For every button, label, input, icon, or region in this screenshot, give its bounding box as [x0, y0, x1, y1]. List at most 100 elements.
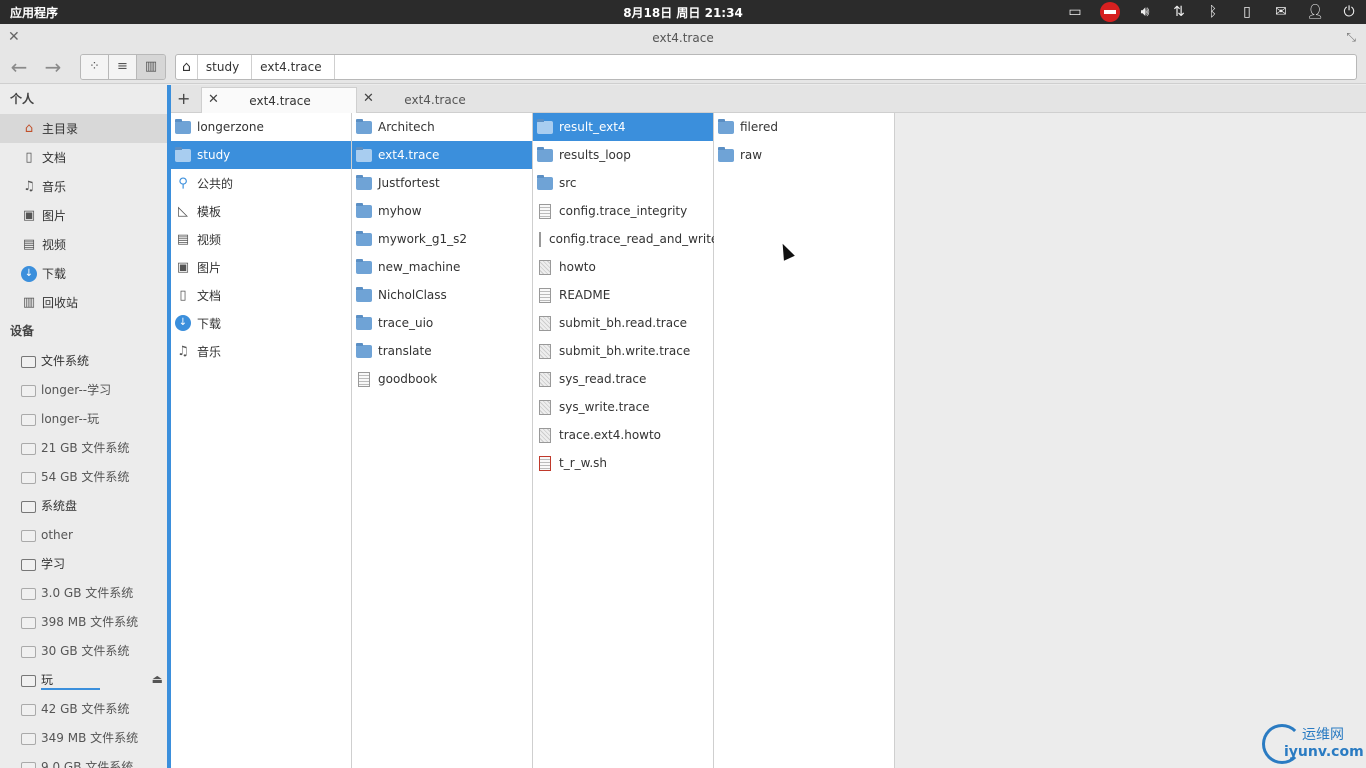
list-item[interactable]: sys_write.trace — [533, 393, 713, 421]
list-item[interactable]: howto — [533, 253, 713, 281]
breadcrumb-ext4-trace[interactable]: ext4.trace — [252, 55, 335, 79]
item-name: config.trace_integrity — [559, 204, 688, 218]
transfer-icon[interactable]: ⇅ — [1170, 3, 1188, 21]
folder-icon — [356, 146, 372, 162]
list-item[interactable]: ▣ 图片 — [171, 253, 351, 281]
sidebar-device[interactable]: 398 MB 文件系统 — [0, 607, 167, 636]
sidebar-device[interactable]: 54 GB 文件系统 — [0, 462, 167, 491]
sidebar-device[interactable]: longer--玩 — [0, 404, 167, 433]
view-mode-group: ⁘ ≡ ▥ — [80, 54, 166, 80]
sidebar-device[interactable]: 349 MB 文件系统 — [0, 723, 167, 752]
list-item[interactable]: myhow — [352, 197, 532, 225]
tab-ext4-trace-2[interactable]: ✕ ext4.trace — [357, 87, 513, 113]
icon-view-icon[interactable]: ⁘ — [81, 55, 109, 79]
sidebar-device[interactable]: 文件系统 — [0, 346, 167, 375]
list-item[interactable]: result_ext4 — [533, 113, 713, 141]
window-titlebar: ✕ ext4.trace ⤡ — [0, 24, 1366, 52]
sidebar-item-music[interactable]: ♫ 音乐 — [0, 172, 167, 201]
list-item[interactable]: ◺ 模板 — [171, 197, 351, 225]
sidebar-device[interactable]: 30 GB 文件系统 — [0, 636, 167, 665]
sidebar-device[interactable]: other — [0, 520, 167, 549]
sidebar-device[interactable]: 9.0 GB 文件系统 — [0, 752, 167, 768]
list-item[interactable]: study — [171, 141, 351, 169]
list-item[interactable]: goodbook — [352, 365, 532, 393]
sidebar-item-pictures[interactable]: ▣ 图片 — [0, 201, 167, 230]
list-item[interactable]: NicholClass — [352, 281, 532, 309]
sidebar-device[interactable]: 玩 ⏏ — [0, 665, 167, 694]
trash-icon: ▥ — [22, 294, 36, 310]
folder-icon — [718, 118, 734, 134]
sidebar-device[interactable]: 学习 — [0, 549, 167, 578]
sidebar-device[interactable]: 42 GB 文件系统 — [0, 694, 167, 723]
list-item[interactable]: longerzone — [171, 113, 351, 141]
sidebar-item-label: 系统盘 — [41, 499, 78, 513]
list-item[interactable]: submit_bh.write.trace — [533, 337, 713, 365]
sidebar-item-label: 音乐 — [42, 180, 67, 194]
list-view-icon[interactable]: ≡ — [109, 55, 137, 79]
tab-label: ext4.trace — [249, 94, 311, 108]
new-tab-icon[interactable]: + — [177, 89, 190, 108]
sidebar-item-documents[interactable]: ▯ 文档 — [0, 143, 167, 172]
item-name: translate — [378, 344, 432, 358]
forward-icon[interactable]: → — [40, 56, 66, 80]
breadcrumb-study[interactable]: study — [198, 55, 253, 79]
list-item[interactable]: ▤ 视频 — [171, 225, 351, 253]
mail-icon[interactable]: ✉ — [1272, 3, 1290, 21]
list-item[interactable]: config.trace_integrity — [533, 197, 713, 225]
list-item[interactable]: src — [533, 169, 713, 197]
list-item[interactable]: ext4.trace — [352, 141, 532, 169]
network-wired-icon[interactable]: ▭ — [1066, 3, 1084, 21]
user-icon[interactable]: 👤︎ — [1306, 3, 1324, 21]
list-item[interactable]: results_loop — [533, 141, 713, 169]
watermark-en: iyunv.com — [1284, 744, 1364, 760]
list-item[interactable]: submit_bh.read.trace — [533, 309, 713, 337]
bluetooth-icon[interactable]: ᛒ — [1204, 3, 1222, 21]
stop-icon[interactable] — [1100, 2, 1120, 22]
window-restore-icon[interactable]: ⤡ — [1346, 30, 1356, 45]
share-icon: ⚲ — [178, 175, 188, 191]
back-icon[interactable]: ← — [6, 56, 32, 80]
sidebar-item-home[interactable]: ⌂ 主目录 — [0, 114, 167, 143]
sidebar-device[interactable]: longer--学习 — [0, 375, 167, 404]
list-item[interactable]: raw — [714, 141, 894, 169]
sidebar-device[interactable]: 21 GB 文件系统 — [0, 433, 167, 462]
list-item[interactable]: ↓ 下载 — [171, 309, 351, 337]
item-name: goodbook — [378, 372, 438, 386]
list-item[interactable]: mywork_g1_s2 — [352, 225, 532, 253]
drive-icon — [21, 558, 36, 571]
battery-icon[interactable]: ▯ — [1238, 3, 1256, 21]
system-tray: ▭ 🔊︎ ⇅ ᛒ ▯ ✉ 👤︎ ⏻ — [1050, 2, 1358, 22]
list-item[interactable]: README — [533, 281, 713, 309]
tab-ext4-trace-1[interactable]: ✕ ext4.trace — [201, 87, 357, 113]
sidebar-device[interactable]: 3.0 GB 文件系统 — [0, 578, 167, 607]
list-item[interactable]: trace.ext4.howto — [533, 421, 713, 449]
music-icon: ♫ — [23, 178, 35, 194]
sidebar-item-trash[interactable]: ▥ 回收站 — [0, 288, 167, 317]
list-item[interactable]: new_machine — [352, 253, 532, 281]
eject-icon[interactable]: ⏏ — [152, 672, 163, 686]
list-item[interactable]: Justfortest — [352, 169, 532, 197]
folder-icon — [356, 286, 372, 302]
home-crumb-icon[interactable]: ⌂ — [176, 55, 198, 79]
sidebar-item-label: 349 MB 文件系统 — [41, 731, 139, 745]
list-item[interactable]: translate — [352, 337, 532, 365]
list-item[interactable]: ♫ 音乐 — [171, 337, 351, 365]
sidebar-item-videos[interactable]: ▤ 视频 — [0, 230, 167, 259]
drive-icon — [21, 761, 36, 768]
list-item[interactable]: t_r_w.sh — [533, 449, 713, 477]
column-empty-area[interactable] — [895, 113, 1366, 768]
list-item[interactable]: trace_uio — [352, 309, 532, 337]
list-item[interactable]: ▯ 文档 — [171, 281, 351, 309]
power-icon[interactable]: ⏻ — [1340, 3, 1358, 21]
column-view-icon[interactable]: ▥ — [137, 55, 165, 79]
sidebar-item-downloads[interactable]: ↓ 下载 — [0, 259, 167, 288]
list-item[interactable]: filered — [714, 113, 894, 141]
list-item[interactable]: ⚲ 公共的 — [171, 169, 351, 197]
list-item[interactable]: sys_read.trace — [533, 365, 713, 393]
volume-icon[interactable]: 🔊︎ — [1136, 3, 1154, 21]
list-item[interactable]: config.trace_read_and_write — [533, 225, 718, 253]
sidebar-header-devices: 设备 — [10, 324, 35, 338]
sidebar-device[interactable]: 系统盘 — [0, 491, 167, 520]
sidebar-header-personal: 个人 — [10, 92, 35, 106]
list-item[interactable]: Architech — [352, 113, 532, 141]
